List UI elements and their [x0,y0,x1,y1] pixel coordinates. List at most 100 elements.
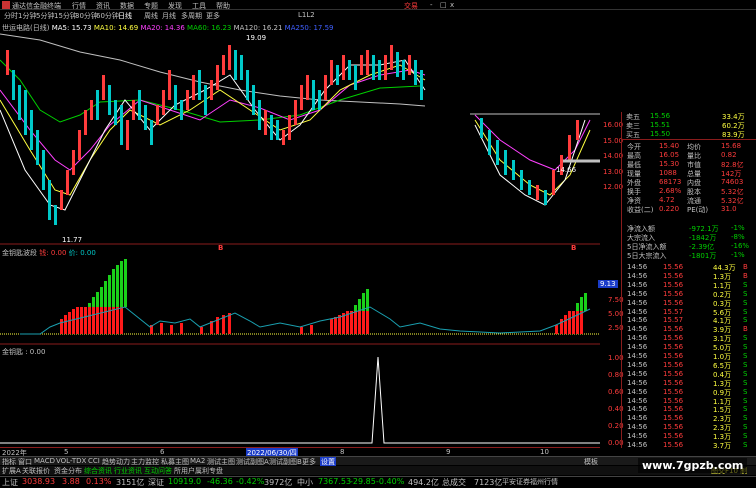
tick-direction: S [743,378,748,387]
indicator1-chart[interactable] [0,257,600,345]
watermark: www.7gpzb.com [638,458,748,473]
quote-value: 31.0 [721,205,737,213]
mini-chart [470,113,600,206]
flow-pct: -16% [731,242,750,250]
low-price-mark: 11.77 [62,236,83,244]
quote-row: 净资 4.72 流通 5.32亿 [623,196,749,205]
index-pct: 0.13% [86,477,112,486]
tab-ma2[interactable]: MA2 [190,457,205,465]
tick-time: 14:56 [627,396,648,405]
tick-price: 15.56 [663,396,684,405]
tick-volume: 3.7万 [713,442,732,450]
flow-row: 大宗流入 -1842万 -8% [623,233,749,242]
tick-time: 14:56 [627,405,648,414]
close-icon[interactable]: x [450,1,454,9]
tab-more[interactable]: 更多 [206,11,220,21]
tick-price: 15.56 [663,360,684,369]
tick-time: 14:56 [627,369,648,378]
tick-time: 14:56 [627,441,648,449]
menu-topics[interactable]: 专题 [144,1,158,11]
quote-row: 最低 15.30 市值 82.8亿 [623,160,749,169]
index-name[interactable]: 中小 [297,477,313,488]
tick-time: 14:56 [627,280,648,289]
trade-button[interactable]: 交易 [404,1,418,11]
quote-row: 最高 16.05 量比 0.82 [623,151,749,160]
app-logo-icon [2,1,10,9]
candlestick-chart[interactable] [0,30,600,245]
menu-data[interactable]: 数据 [120,1,134,11]
tick-price: 15.57 [663,316,684,325]
quote-value: 68173 [659,178,682,186]
tick-direction: B [743,271,748,280]
tab-minute[interactable]: 分时 [4,11,18,21]
status-bar: 上证 3038.93 3.88 0.13% 3151亿 深证 10919.0 -… [0,476,756,487]
tab-15m[interactable]: 15分钟 [54,11,77,21]
tick-direction: S [743,405,748,414]
tick-direction: S [743,343,748,352]
tab-1m[interactable]: 1分钟 [18,11,36,21]
minimize-icon[interactable]: - [430,1,433,9]
quote-value: 0.82 [721,151,737,159]
index-value: 10919.0 [168,477,202,486]
menu-market[interactable]: 行情 [72,1,86,11]
b-mark: B [218,244,224,252]
tick-time: 14:56 [627,334,648,343]
tick-direction: S [743,423,748,432]
quote-value: 2.68% [659,187,682,195]
tick-direction: B [743,263,748,271]
menu-news[interactable]: 资讯 [96,1,110,11]
menu-tools[interactable]: 工具 [192,1,206,11]
tab-ext-a[interactable]: 扩展A [2,466,21,476]
tick-time: 14:56 [627,423,648,432]
tab-multi[interactable]: 多周期 [181,11,202,21]
indicator2-chart[interactable] [0,355,600,445]
tab-related[interactable]: 关联报价 [22,466,50,476]
x-axis-label: 10 [540,448,549,456]
quote-value: 4.72 [659,196,675,204]
maximize-icon[interactable]: □ [440,1,447,9]
tab-user[interactable]: 所用户属利专盘 [174,466,223,476]
x-axis-label: 8 [340,448,345,456]
index-value: 7367.53 [318,477,352,486]
flow-key: 5日大宗流入 [627,252,667,260]
tab-month[interactable]: 月线 [162,11,176,21]
tab-60m[interactable]: 60分钟 [96,11,119,21]
tick-price: 15.56 [663,271,684,280]
index-pct: -0.42% [236,477,265,486]
tab-qa[interactable]: 互动问答 [144,466,172,476]
index-name[interactable]: 深证 [148,477,164,488]
flow-pct: -1% [731,251,745,259]
app-title: 通达信金融终端 [12,2,61,10]
tick-time: 14:56 [627,271,648,280]
quote-key: PE(动) [687,206,709,214]
flow-pct: -1% [731,224,745,232]
tick-direction: S [743,396,748,405]
tick-price: 15.57 [663,307,684,316]
flow-row: 净流入额 -972.1万 -1% [623,224,749,233]
tab-news[interactable]: 综合资讯 [84,466,112,476]
index-name[interactable]: 上证 [2,477,18,488]
menu-discover[interactable]: 发现 [168,1,182,11]
tick-price: 15.56 [663,334,684,343]
tick-price: 15.56 [663,369,684,378]
tab-5m[interactable]: 5分钟 [36,11,54,21]
tick-price: 15.56 [663,441,684,449]
tab-30m[interactable]: 30分钟 [75,11,98,21]
tab-fund-dist[interactable]: 资金分布 [54,466,82,476]
tab-macd[interactable]: MACD [34,457,55,465]
tab-cci[interactable]: CCI [88,457,100,465]
tab-week[interactable]: 周线 [144,11,158,21]
menu-help[interactable]: 帮助 [216,1,230,11]
tab-day[interactable]: 日线 [118,11,132,21]
quote-value: 0.220 [659,205,680,213]
quote-value: 16.05 [659,151,680,159]
index-change: 3.88 [62,477,80,486]
tab-industry[interactable]: 行业资讯 [114,466,142,476]
tab-vol[interactable]: VOL-TDX [56,457,86,465]
quote-value: 15.40 [659,142,680,150]
tick-row: 14:56 15.56 3.7万 S [623,441,749,450]
tick-direction: S [743,289,748,298]
indicator1-title[interactable]: 金钥匙波段 [2,249,37,257]
tick-direction: S [743,441,748,449]
tick-direction: B [743,325,748,334]
